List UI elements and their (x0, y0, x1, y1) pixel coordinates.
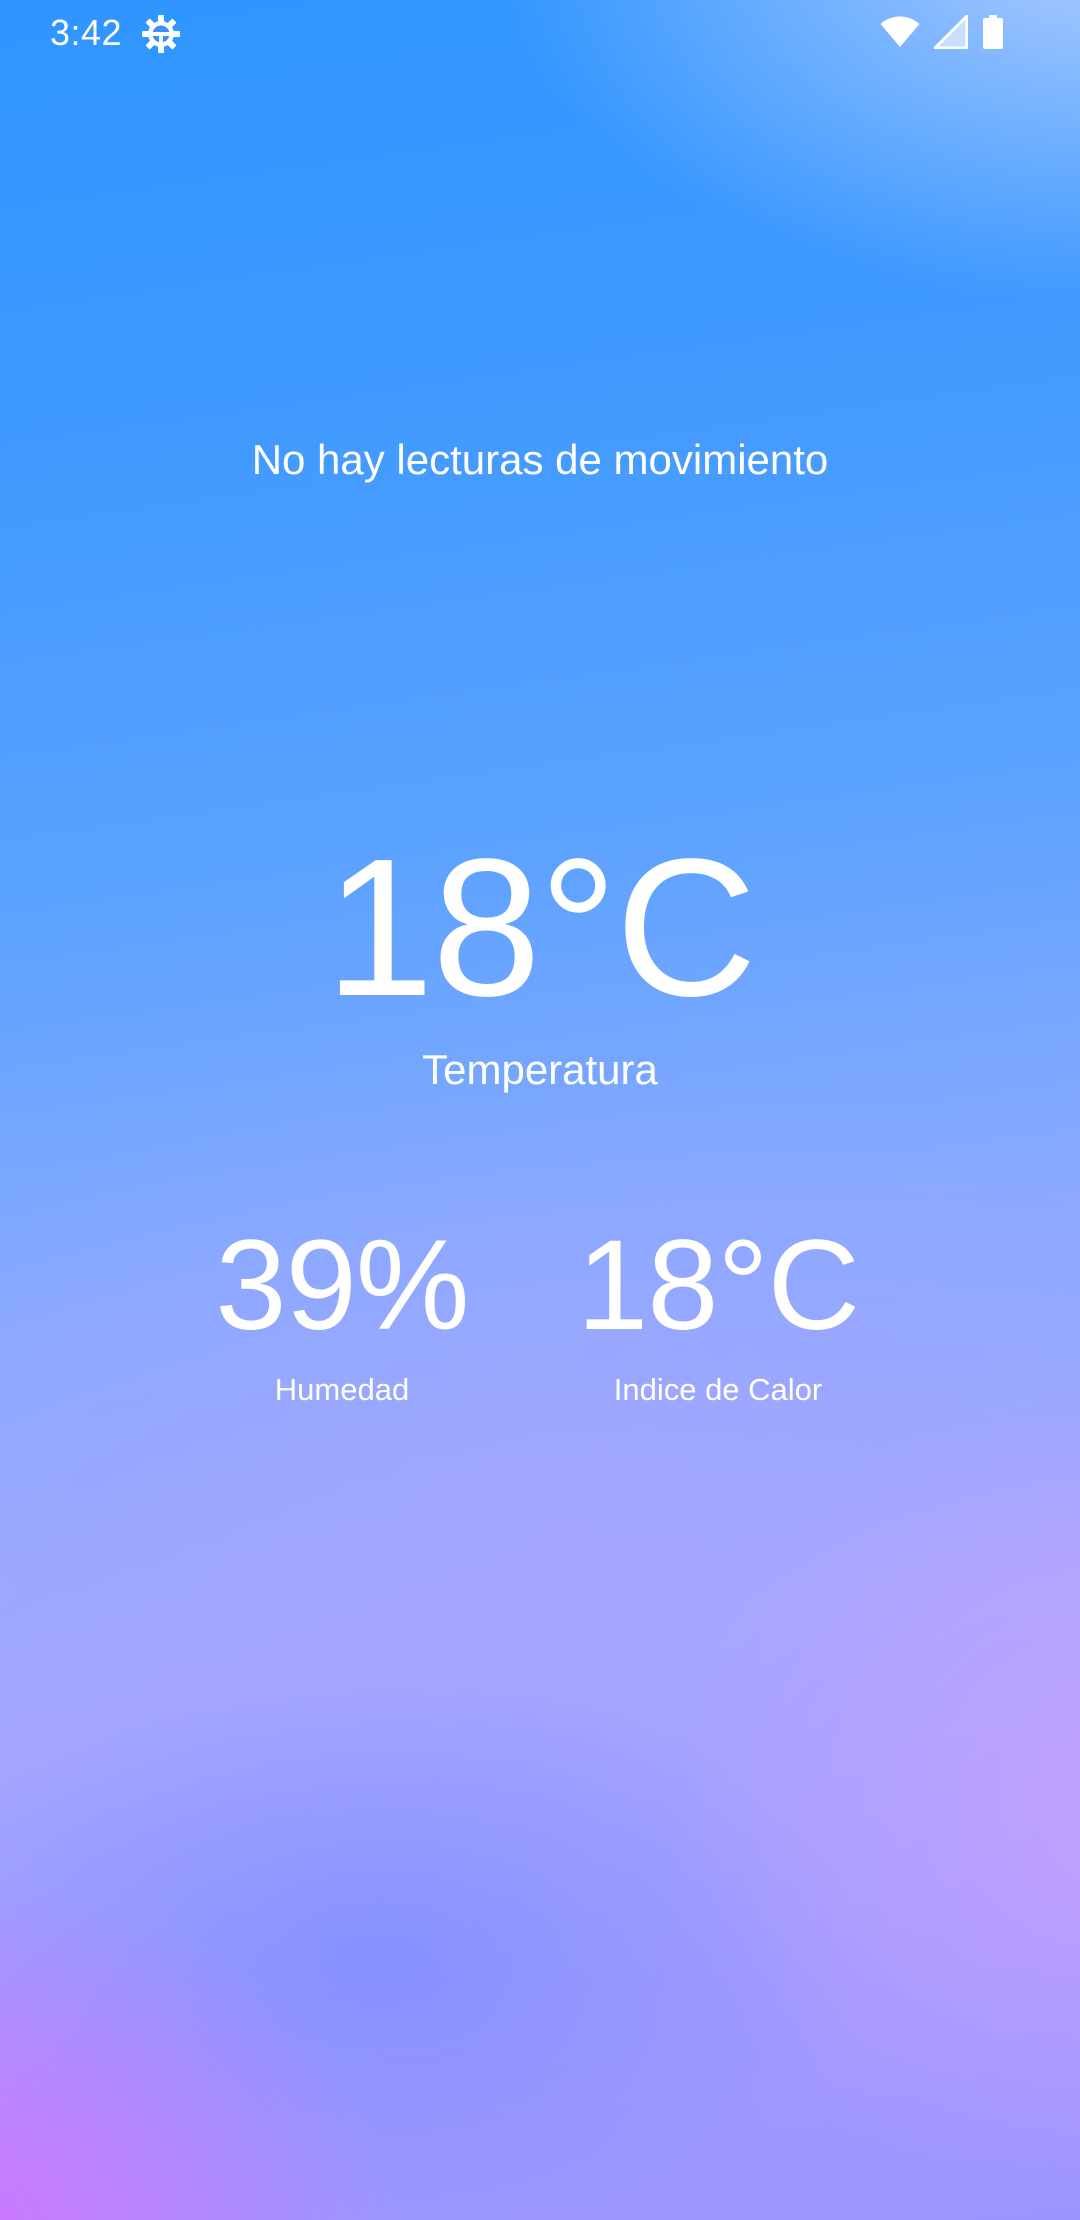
status-time: 3:42 (50, 12, 123, 53)
battery-icon (982, 15, 1004, 49)
temperature-label: Temperatura (422, 1046, 658, 1093)
temperature-value: 18°C (325, 818, 757, 1037)
humidity-label: Humedad (274, 1372, 410, 1407)
settings-icon (141, 14, 181, 54)
cellular-signal-icon (934, 15, 968, 49)
wifi-icon (880, 16, 920, 48)
humidity-metric: 39% Humedad (152, 1222, 532, 1408)
humidity-value: 39% (215, 1214, 469, 1357)
motion-status-message: No hay lecturas de movimiento (251, 436, 829, 483)
status-icons (880, 15, 1004, 49)
status-bar: 3:42 (0, 0, 1080, 66)
heat-index-value: 18°C (577, 1214, 860, 1357)
heat-index-label: Indice de Calor (613, 1372, 823, 1407)
heat-index-metric: 18°C Indice de Calor (528, 1222, 908, 1408)
